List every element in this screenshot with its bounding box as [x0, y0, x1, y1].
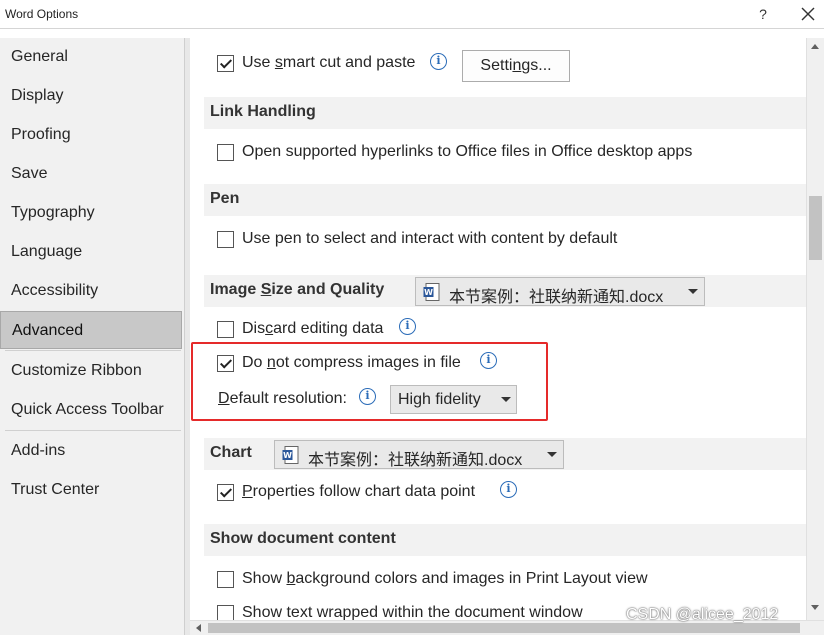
word-doc-icon: W [282, 446, 299, 464]
section-pen: Pen [204, 184, 806, 216]
properties-follow-chart-checkbox[interactable] [217, 484, 234, 501]
help-button[interactable]: ? [753, 4, 773, 24]
section-title: Image Size and Quality [210, 281, 385, 298]
sidebar-item-customize-ribbon[interactable]: Customize Ribbon [0, 352, 182, 390]
highlight-box [191, 342, 548, 421]
sidebar-item-save[interactable]: Save [0, 155, 182, 193]
sidebar-item-add-ins[interactable]: Add-ins [0, 432, 182, 470]
section-title: Link Handling [210, 103, 316, 120]
watermark: CSDN @alicee_2012 [626, 606, 779, 623]
chart-document-dropdown[interactable]: W 本节案例：社联纳新通知.docx [274, 440, 564, 469]
open-hyperlinks-label: Open supported hyperlinks to Office file… [242, 143, 693, 160]
dropdown-arrow-icon [688, 289, 698, 294]
sidebar-item-advanced[interactable]: Advanced [0, 311, 182, 349]
dropdown-value: 本节案例：社联纳新通知.docx [449, 289, 664, 306]
sidebar-item-display[interactable]: Display [0, 77, 182, 115]
word-doc-icon: W [423, 283, 440, 301]
scroll-down-icon[interactable] [811, 605, 819, 610]
advanced-options-panel: Use smart cut and paste i Settings... Li… [190, 38, 806, 620]
dropdown-value: 本节案例：社联纳新通知.docx [308, 452, 523, 469]
section-show-document-content: Show document content [204, 524, 806, 556]
use-pen-label: Use pen to select and interact with cont… [242, 230, 618, 247]
sidebar-item-typography[interactable]: Typography [0, 194, 182, 232]
sidebar-item-trust-center[interactable]: Trust Center [0, 471, 182, 509]
show-background-colors-label: Show background colors and images in Pri… [242, 570, 648, 587]
svg-text:W: W [424, 288, 433, 297]
image-quality-document-dropdown[interactable]: W 本节案例：社联纳新通知.docx [415, 277, 705, 306]
open-hyperlinks-checkbox[interactable] [217, 144, 234, 161]
svg-text:W: W [283, 451, 292, 460]
info-icon[interactable]: i [430, 53, 447, 70]
scrollbar-thumb[interactable] [208, 623, 800, 633]
show-text-wrapped-checkbox[interactable] [217, 605, 234, 620]
show-text-wrapped-label: Show text wrapped within the document wi… [242, 604, 583, 620]
section-link-handling: Link Handling [204, 97, 806, 129]
info-icon[interactable]: i [399, 318, 416, 335]
discard-editing-data-label: Discard editing data [242, 320, 384, 337]
section-title: Pen [210, 190, 240, 207]
info-icon[interactable]: i [500, 481, 517, 498]
sidebar-item-language[interactable]: Language [0, 233, 182, 271]
close-icon [801, 7, 815, 21]
section-title: Chart [210, 444, 252, 461]
section-title: Show document content [210, 530, 396, 547]
dropdown-arrow-icon [547, 452, 557, 457]
sidebar-divider [5, 350, 181, 351]
sidebar-item-quick-access-toolbar[interactable]: Quick Access Toolbar [0, 391, 182, 429]
sidebar: General Display Proofing Save Typography… [0, 38, 184, 635]
sidebar-item-proofing[interactable]: Proofing [0, 116, 182, 154]
smart-cut-label: Use smart cut and paste [242, 54, 416, 71]
show-background-colors-checkbox[interactable] [217, 571, 234, 588]
smart-cut-checkbox[interactable] [217, 55, 234, 72]
sidebar-item-accessibility[interactable]: Accessibility [0, 272, 182, 310]
sidebar-item-general[interactable]: General [0, 38, 182, 76]
title-bar: Word Options ? [0, 0, 824, 29]
vertical-scrollbar[interactable] [806, 38, 824, 620]
close-button[interactable] [797, 4, 819, 24]
discard-editing-data-checkbox[interactable] [217, 321, 234, 338]
settings-button[interactable]: Settings... [462, 50, 570, 82]
scroll-left-icon[interactable] [196, 624, 201, 632]
window-title: Word Options [5, 7, 79, 21]
scroll-up-icon[interactable] [811, 44, 819, 49]
properties-follow-chart-label: Properties follow chart data point [242, 483, 476, 500]
sidebar-divider [5, 430, 181, 431]
scrollbar-thumb[interactable] [809, 196, 822, 260]
use-pen-checkbox[interactable] [217, 231, 234, 248]
